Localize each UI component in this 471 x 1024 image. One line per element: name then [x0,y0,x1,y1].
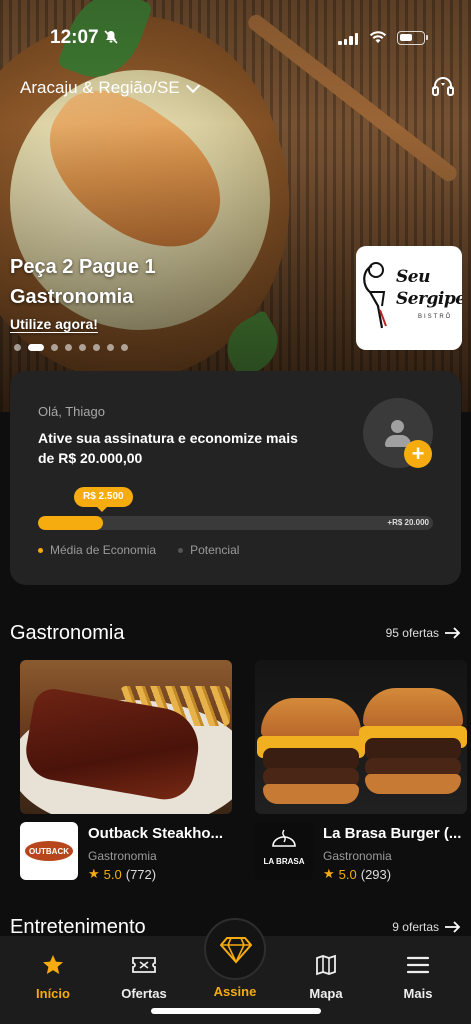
offer-card-photo [20,660,232,814]
offer-card-photo [255,660,467,814]
carousel-dot[interactable] [121,344,128,351]
battery-icon [397,31,428,45]
section-title-gastronomia: Gastronomia [10,622,125,644]
offer-name: Outback Steakho... [88,825,224,842]
star-icon: ★ [88,866,100,881]
progress-legend: Média de Economia Potencial [38,543,239,557]
status-time: 12:07 [50,27,99,48]
status-bar: 12:07 [0,0,471,70]
wifi-icon [369,30,387,44]
star-icon: ★ [323,866,335,881]
tab-assine-label[interactable]: Assine [195,984,275,999]
tab-mapa[interactable]: Mapa [286,952,366,1001]
savings-progress-bar [38,516,433,530]
carousel-dot[interactable] [65,344,72,351]
map-icon [286,952,366,978]
ticket-icon [104,952,184,978]
offer-rating: ★ 5.0 (772) [88,866,157,882]
offer-name: La Brasa Burger (... [323,825,462,842]
tab-ofertas[interactable]: Ofertas [104,952,184,1001]
outback-logo: OUTBACK [20,822,78,880]
legend-potential: Potencial [190,543,240,557]
tab-inicio[interactable]: Início [13,952,93,1001]
carousel-indicator[interactable] [14,344,128,351]
star-icon [13,952,93,978]
potential-value: +R$ 20.000 [387,518,429,527]
headset-support-icon[interactable] [430,74,456,100]
user-icon [391,420,404,433]
home-indicator[interactable] [151,1008,321,1014]
promo-cta-link[interactable]: Utilize agora! [10,316,98,332]
menu-icon [378,952,458,978]
section-link-gastronomia[interactable]: 95 ofertas [386,626,461,640]
subscription-message: Ative sua assinatura e economize mais de… [38,430,298,466]
svg-text:OUTBACK: OUTBACK [29,847,69,856]
carousel-dot[interactable] [51,344,58,351]
signal-icon [338,33,358,45]
legend-average: Média de Economia [50,543,157,557]
subscription-card[interactable]: Olá, Thiago Ative sua assinatura e econo… [10,371,461,585]
offer-card[interactable]: OUTBACK Outback Steakho... Gastronomia ★… [20,660,232,892]
add-photo-button[interactable]: + [404,440,432,468]
diamond-icon [219,936,253,969]
tab-assine[interactable] [204,918,266,980]
region-selector[interactable]: Aracaju & Região/SE [20,78,200,98]
offer-category: Gastronomia [323,849,392,863]
arrow-right-icon [445,921,461,933]
section-link-entretenimento[interactable]: 9 ofertas [392,920,461,934]
greeting-text: Olá, Thiago [38,404,105,419]
carousel-dot[interactable] [14,344,21,351]
savings-progress-fill [38,516,104,530]
region-label: Aracaju & Região/SE [20,78,180,97]
offer-category: Gastronomia [88,849,157,863]
promo-title: Peça 2 Pague 1 Gastronomia [10,256,156,308]
carousel-dot[interactable] [28,344,44,351]
bell-off-icon [104,30,118,47]
chevron-down-icon [185,78,200,93]
savings-badge: R$ 2.500 [74,487,133,507]
brand-logo-seu-sergipe[interactable]: Seu Sergipe BISTRÔ [356,246,462,350]
brand-logo-wordmark: Seu Sergipe [396,267,462,309]
offer-card[interactable]: LA BRASA La Brasa Burger (... Gastronomi… [255,660,467,892]
la-brasa-logo: LA BRASA [255,822,313,880]
svg-text:LA BRASA: LA BRASA [263,857,304,866]
tab-mais[interactable]: Mais [378,952,458,1001]
carousel-dot[interactable] [79,344,86,351]
offer-rating: ★ 5.0 (293) [323,866,392,882]
carousel-dot[interactable] [107,344,114,351]
carousel-dot[interactable] [93,344,100,351]
arrow-right-icon [445,627,461,639]
